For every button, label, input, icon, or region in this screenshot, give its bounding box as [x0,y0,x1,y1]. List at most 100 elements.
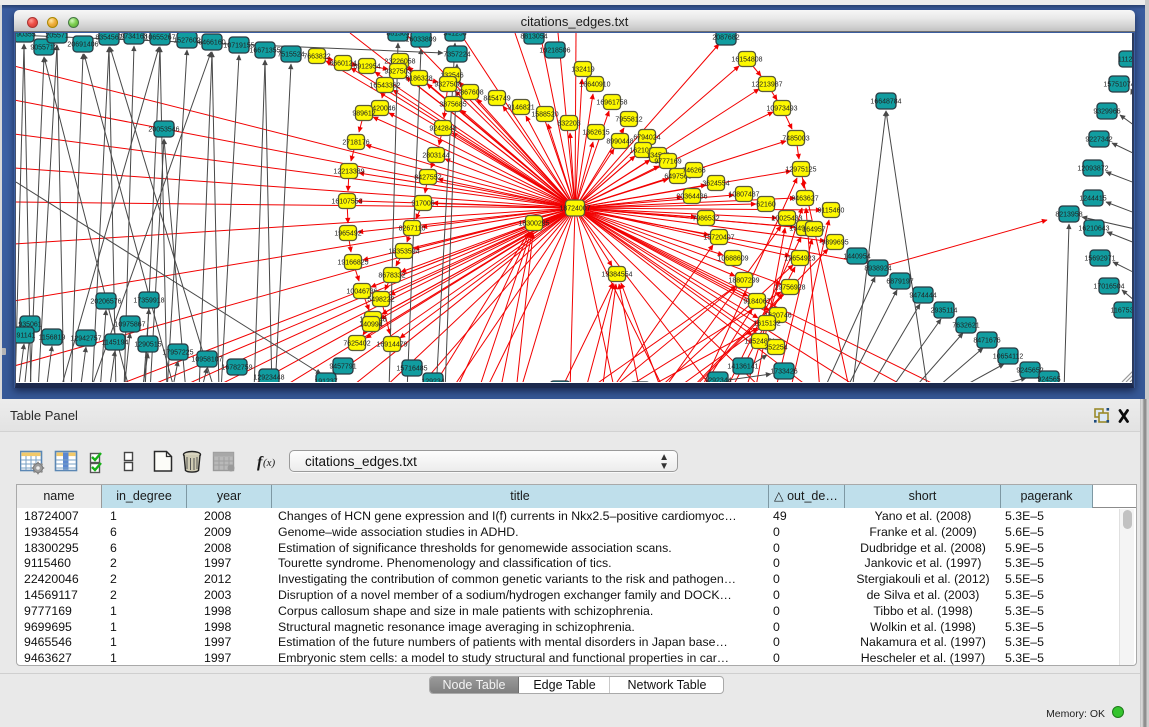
svg-text:191237: 191237 [314,378,337,382]
svg-text:20691406: 20691406 [67,41,98,48]
svg-text:16914479: 16914479 [376,341,407,348]
svg-text:10975867: 10975867 [114,321,145,328]
svg-text:12093872: 12093872 [1077,165,1108,172]
svg-text:12213987: 12213987 [751,81,782,88]
svg-text:8912954: 8912954 [353,63,380,70]
svg-text:924565: 924565 [1037,376,1060,382]
svg-text:2867608: 2867608 [456,89,483,96]
svg-text:9899695: 9899695 [821,239,848,246]
svg-text:8186328: 8186328 [405,75,432,82]
svg-text:8990448: 8990448 [606,138,633,145]
svg-text:746266: 746266 [682,167,705,174]
svg-text:9474444: 9474444 [909,292,936,299]
svg-text:2803144: 2803144 [422,152,449,159]
svg-text:1527602: 1527602 [173,37,200,44]
svg-text:16671355: 16671355 [249,47,280,54]
svg-text:8938924: 8938924 [864,265,891,272]
svg-text:832203: 832203 [557,120,580,127]
svg-text:19756928: 19756928 [774,284,805,291]
svg-text:16107553: 16107553 [331,198,362,205]
svg-text:12942757: 12942757 [70,335,101,342]
svg-text:12975125: 12975125 [785,166,816,173]
svg-text:7955812: 7955812 [615,116,642,123]
svg-text:7485003: 7485003 [782,135,809,142]
svg-text:9327503: 9327503 [384,68,411,75]
svg-text:9227342: 9227342 [1085,136,1112,143]
svg-text:19384554: 19384554 [601,271,632,278]
svg-text:140994: 140994 [359,321,382,328]
svg-text:1292344: 1292344 [704,377,731,382]
svg-text:17957225: 17957225 [162,349,193,356]
svg-text:16648784: 16648784 [870,98,901,105]
svg-text:164957: 164957 [802,226,825,233]
svg-text:8354567: 8354567 [95,34,122,41]
svg-text:7663822: 7663822 [303,53,330,60]
svg-text:1440954: 1440954 [843,253,870,260]
svg-text:10655267: 10655267 [144,34,175,41]
svg-text:10654112: 10654112 [993,353,1024,360]
svg-text:7357224: 7357224 [443,51,470,58]
svg-text:9777169: 9777169 [654,158,681,165]
svg-text:15751074: 15751074 [1103,81,1133,88]
svg-text:7625402: 7625402 [343,340,370,347]
svg-text:190355: 190355 [16,33,36,38]
svg-text:1156819: 1156819 [39,334,66,341]
svg-text:8427552: 8427552 [414,174,441,181]
svg-text:7515524: 7515524 [277,51,304,58]
svg-text:1615132: 1615132 [753,320,780,327]
svg-text:16782759: 16782759 [221,364,252,371]
svg-text:6879197: 6879197 [886,278,913,285]
svg-text:15692971: 15692971 [1084,255,1115,262]
svg-text:(x): (x) [263,457,276,469]
svg-text:1244415: 1244415 [1079,195,1106,202]
svg-text:20053546: 20053546 [148,126,179,133]
svg-text:18640910: 18640910 [579,81,610,88]
svg-text:9463627: 9463627 [791,195,818,202]
svg-text:9055712: 9055712 [30,44,57,51]
svg-text:1588520: 1588520 [531,111,558,118]
svg-text:2087682: 2087682 [712,34,739,41]
svg-text:5498222: 5498222 [367,296,394,303]
svg-text:15716485: 15716485 [396,365,427,372]
svg-text:8813054: 8813054 [520,33,547,40]
svg-text:9115460: 9115460 [818,207,845,214]
svg-text:16154808: 16154808 [731,56,762,63]
svg-text:7986532: 7986532 [692,215,719,222]
svg-text:9457791: 9457791 [329,363,356,370]
svg-text:391141: 391141 [16,332,36,339]
svg-text:341256: 341256 [443,33,466,37]
svg-text:6794024: 6794024 [633,134,660,141]
svg-text:15720407: 15720407 [703,234,734,241]
svg-text:989612: 989612 [352,110,375,117]
svg-text:16543362: 16543362 [369,82,400,89]
svg-text:1362615: 1362615 [582,129,609,136]
svg-text:10688609: 10688609 [717,255,748,262]
svg-text:1733426: 1733426 [770,368,797,375]
svg-text:16210643: 16210643 [1078,225,1109,232]
svg-text:2718176: 2718176 [342,139,369,146]
svg-text:10973493: 10973493 [766,105,797,112]
svg-text:19166825: 19166825 [337,259,368,266]
svg-text:12213389: 12213389 [333,168,364,175]
svg-text:18724007: 18724007 [559,205,590,212]
svg-text:16961758: 16961758 [596,99,627,106]
svg-text:2935114: 2935114 [931,307,958,314]
svg-text:19654923: 19654923 [784,255,815,262]
svg-text:1965492: 1965492 [334,230,361,237]
svg-text:1145194: 1145194 [102,339,129,346]
svg-text:20206576: 20206576 [90,298,121,305]
svg-text:9329966: 9329966 [1093,108,1120,115]
svg-text:16033809: 16033809 [405,36,436,43]
svg-text:10807487: 10807487 [728,191,759,198]
svg-text:9327508: 9327508 [434,81,461,88]
svg-text:7632621: 7632621 [952,322,979,329]
svg-text:20364436: 20364436 [676,193,707,200]
svg-text:12923448: 12923448 [253,374,284,381]
svg-text:1290515: 1290515 [134,341,161,348]
svg-text:18807299: 18807299 [728,277,759,284]
svg-text:111245: 111245 [1118,56,1133,63]
svg-text:917006: 917006 [411,200,434,207]
svg-text:9146821: 9146821 [507,104,534,111]
svg-text:3624554: 3624554 [702,180,729,187]
svg-text:19218506: 19218506 [539,47,570,54]
